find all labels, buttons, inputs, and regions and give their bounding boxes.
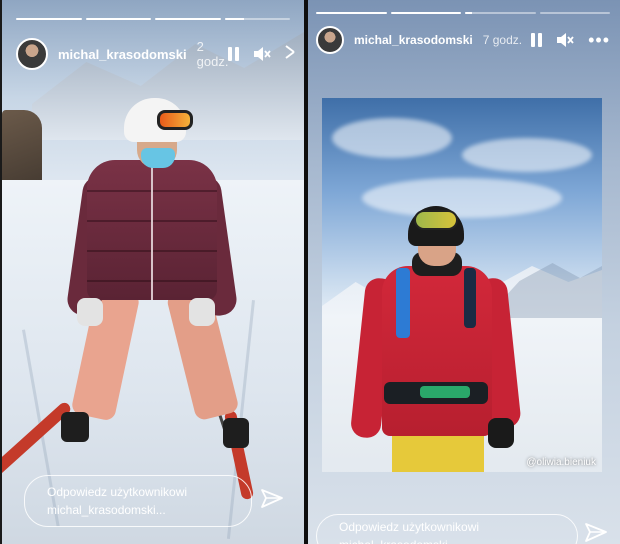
close-icon[interactable] <box>285 44 296 64</box>
cloud <box>332 118 452 158</box>
reply-placeholder-line2: michal_krasodomski... <box>47 503 166 517</box>
reply-input[interactable]: Odpowiedz użytkownikowi michal_krasodoms… <box>24 475 252 527</box>
progress-segment <box>539 12 610 14</box>
story-left[interactable]: michal_krasodomski 2 godz. Odpowiedz uży… <box>2 0 304 544</box>
story-header: michal_krasodomski 7 godz. ••• <box>316 26 610 54</box>
post-time: 7 godz. <box>482 33 523 47</box>
story-right[interactable]: @oliwia.bieniuk michal_krasodomski 7 god… <box>308 0 620 544</box>
username[interactable]: michal_krasodomski <box>354 33 473 47</box>
ski-goggles <box>157 110 193 130</box>
ski-boot <box>223 418 249 448</box>
send-icon[interactable] <box>260 488 284 515</box>
avatar[interactable] <box>316 26 344 54</box>
mute-icon[interactable] <box>556 32 574 48</box>
progress-segment <box>224 18 290 20</box>
backpack-strap <box>464 268 476 328</box>
progress-segment <box>16 18 82 20</box>
hip-belt-pocket <box>420 386 470 398</box>
more-icon[interactable]: ••• <box>588 31 610 49</box>
ski-goggles <box>414 210 458 230</box>
progress-segment <box>155 18 221 20</box>
glove <box>189 298 215 326</box>
reply-placeholder-line1: Odpowiedz użytkownikowi <box>47 485 188 499</box>
glove <box>488 418 514 448</box>
story-photo: @oliwia.bieniuk <box>322 98 602 472</box>
post-time: 2 godz. <box>196 39 229 69</box>
story-progress-bar <box>316 12 610 14</box>
progress-segment <box>465 12 536 14</box>
photo-credit[interactable]: @oliwia.bieniuk <box>526 457 596 468</box>
pause-icon[interactable] <box>531 33 543 47</box>
progress-segment <box>390 12 461 14</box>
ski-boot <box>61 412 89 442</box>
mute-icon[interactable] <box>253 46 272 62</box>
jacket-zip <box>151 164 153 300</box>
username[interactable]: michal_krasodomski <box>58 47 187 62</box>
face-mask <box>141 148 175 168</box>
glove <box>77 298 103 326</box>
story-header: michal_krasodomski 2 godz. <box>16 38 296 70</box>
progress-segment <box>85 18 151 20</box>
reply-placeholder-line2: michal_krasodomski... <box>339 536 555 544</box>
pants <box>392 436 484 472</box>
story-viewer: michal_krasodomski 2 godz. Odpowiedz uży… <box>0 0 620 544</box>
story-progress-bar <box>16 18 290 20</box>
pause-icon[interactable] <box>228 47 240 61</box>
backpack-strap <box>396 268 410 338</box>
cloud <box>462 138 592 172</box>
avatar[interactable] <box>16 38 48 70</box>
skier-photo <box>2 90 255 510</box>
skier-photo <box>344 206 522 472</box>
send-icon[interactable] <box>584 522 608 544</box>
reply-input[interactable]: Odpowiedz użytkownikowi michal_krasodoms… <box>316 514 578 544</box>
reply-placeholder-line1: Odpowiedz użytkownikowi <box>339 520 480 534</box>
progress-segment <box>316 12 387 14</box>
